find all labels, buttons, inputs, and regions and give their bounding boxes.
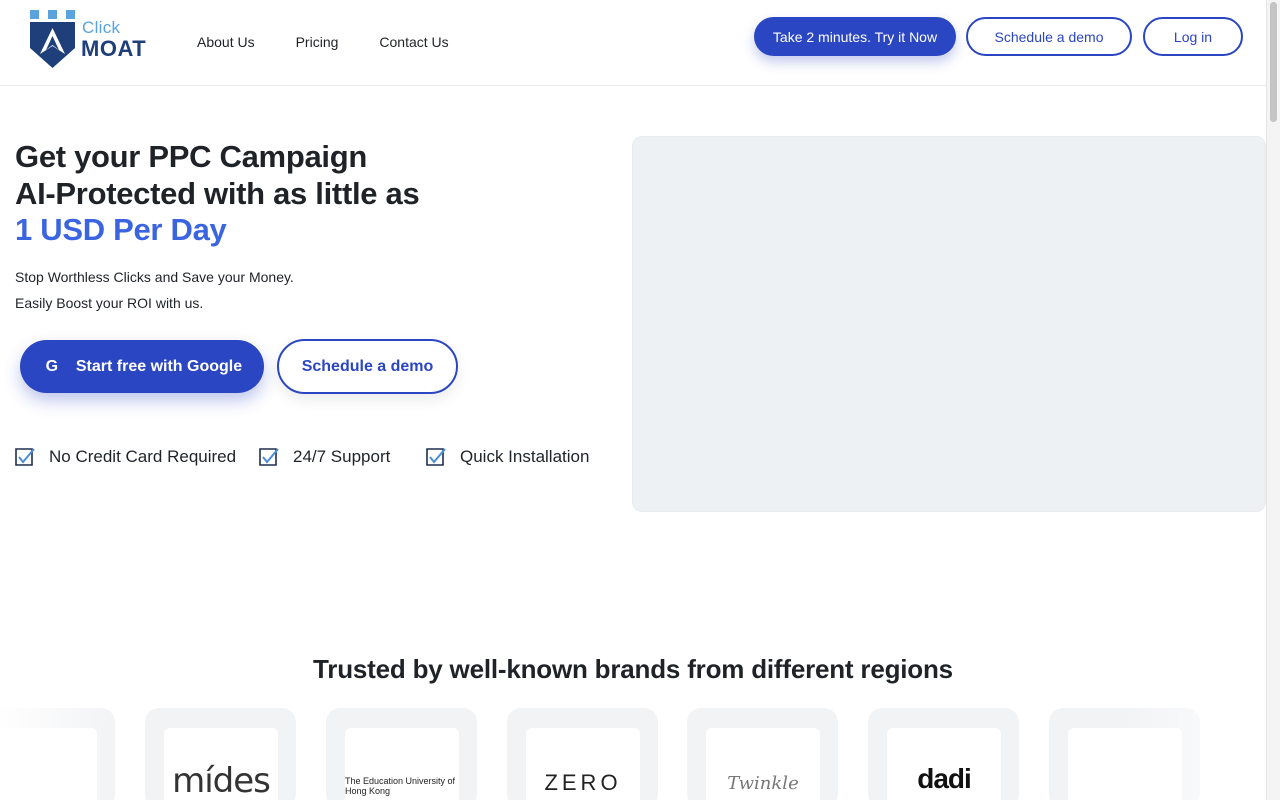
feature-no-credit-card: No Credit Card Required [14, 446, 236, 468]
brand-logo-twinkle: Twinkle [706, 728, 820, 800]
checkbox-check-icon [259, 448, 279, 466]
hero-subtitle-1: Stop Worthless Clicks and Save your Mone… [15, 269, 294, 285]
brand-card: Twinkle [687, 708, 838, 800]
carousel-fade-right [1120, 700, 1266, 800]
feature-support: 24/7 Support [258, 446, 390, 468]
hero-title-line1: Get your PPC Campaign [15, 139, 367, 174]
brand-logo-dadi: dadi [887, 728, 1001, 800]
shield-logo-icon [30, 10, 75, 68]
scrollbar-thumb[interactable] [1270, 2, 1277, 122]
brand-logo-zero-finance: ZERO [526, 728, 640, 800]
carousel-fade-left [0, 700, 120, 800]
brand-card: ZERO [507, 708, 658, 800]
checkbox-check-icon [426, 448, 446, 466]
feature-label: 24/7 Support [293, 447, 391, 466]
feature-quick-installation: Quick Installation [425, 446, 589, 468]
try-now-button[interactable]: Take 2 minutes. Try it Now [754, 17, 956, 56]
nav-contact-us[interactable]: Contact Us [379, 34, 448, 50]
checkbox-check-icon [15, 448, 35, 466]
google-icon: G [45, 357, 59, 375]
nav-about-us[interactable]: About Us [197, 34, 255, 50]
logo-text-click: Click [82, 18, 121, 37]
header-schedule-demo-button[interactable]: Schedule a demo [966, 17, 1132, 56]
nav-pricing[interactable]: Pricing [296, 34, 339, 50]
site-header: Click MOAT About Us Pricing Contact Us T… [0, 0, 1266, 86]
hero-media-placeholder [632, 136, 1266, 512]
hero-schedule-demo-button[interactable]: Schedule a demo [277, 339, 458, 394]
brand-logo-text: The Education University of Hong Kong [345, 776, 456, 796]
brand-card: dadi [868, 708, 1019, 800]
brand-logo-text: mídes [172, 761, 271, 800]
login-button[interactable]: Log in [1143, 17, 1243, 56]
start-free-google-button[interactable]: G Start free with Google [20, 340, 264, 393]
hero-title: Get your PPC Campaign AI-Protected with … [15, 138, 420, 212]
clickmoat-logo[interactable]: Click MOAT [28, 10, 158, 72]
brand-logo-eduhk: The Education University of Hong Kong [345, 728, 459, 800]
hero-subtitle-2: Easily Boost your ROI with us. [15, 295, 204, 311]
hero-title-line2: AI-Protected with as little as [15, 176, 420, 211]
brand-logo-mides: mídes [164, 728, 278, 800]
brand-logo-text: Twinkle [727, 772, 799, 794]
start-free-google-label: Start free with Google [75, 357, 243, 375]
brands-title: Trusted by well-known brands from differ… [313, 654, 953, 684]
brand-logo-text: ZERO [544, 770, 622, 795]
feature-label: No Credit Card Required [49, 447, 237, 466]
brand-card: mídes [145, 708, 296, 800]
brand-logo-text: dadi [917, 763, 972, 794]
main-nav: About Us Pricing Contact Us [197, 34, 490, 50]
brand-card: The Education University of Hong Kong [326, 708, 477, 800]
hero-price-highlight: 1 USD Per Day [15, 212, 227, 247]
logo-text-moat: MOAT [81, 36, 147, 61]
page-scrollbar[interactable] [1266, 0, 1280, 800]
feature-label: Quick Installation [460, 447, 590, 466]
